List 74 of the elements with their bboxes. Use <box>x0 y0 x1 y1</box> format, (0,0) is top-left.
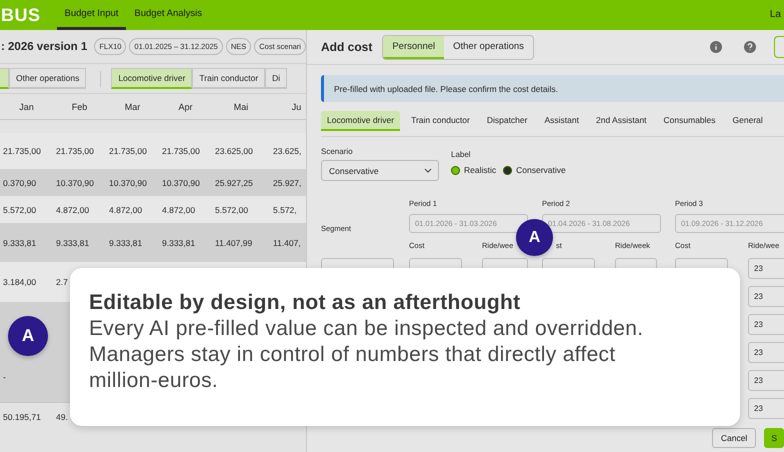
table-cell-text: - <box>2 372 6 382</box>
role-tab[interactable]: Assistant <box>538 111 585 131</box>
info-icon[interactable] <box>710 41 722 53</box>
table-cell-text: 21.735,00 <box>55 146 94 156</box>
total-cell-text: 50.195,71 <box>2 412 41 422</box>
role-tab[interactable]: 2nd Assistant <box>590 111 653 131</box>
nav-tab[interactable]: Budget Analysis <box>126 0 210 30</box>
table-cell-text: 4.872,00 <box>55 204 90 214</box>
total-cell-text: 49. <box>55 412 68 422</box>
type-tab[interactable]: Personnel <box>383 36 444 58</box>
column-header: Apr <box>177 102 194 112</box>
table-cell-text: 11.407,99 <box>214 238 252 248</box>
scenario-select[interactable]: Conservative <box>321 160 439 181</box>
column-header: Mar <box>124 102 142 112</box>
category-tab[interactable]: Other operations <box>9 68 86 89</box>
logo: BUS <box>1 4 41 27</box>
table-cell-text: 21.735,00 <box>2 146 41 156</box>
table-cell-text: 9.333,81 <box>55 238 90 248</box>
callout-text: Every AI pre-filled value can be inspected and overridden. Managers stay in control of numbers that directly affect million-euros. <box>89 316 644 394</box>
option-label: Realistic <box>464 165 496 175</box>
role-tab[interactable]: Consumables <box>658 111 722 131</box>
user-name[interactable]: La <box>770 0 781 30</box>
table-cell-text: 23.625, <box>272 146 302 156</box>
callout-heading: Editable by design, not as an afterthought <box>89 290 522 316</box>
table-cell-text: 0.370,90 <box>2 178 36 188</box>
role-tab[interactable]: Locomotive driver <box>321 111 400 131</box>
table-cell-text: 21.735,00 <box>108 146 147 156</box>
table-cell-text: 9.333,81 <box>2 238 36 248</box>
table-cell-text: 4.872,00 <box>108 204 142 214</box>
column-header: Ju <box>290 102 302 112</box>
table-cell-text: 23.625,00 <box>214 146 253 156</box>
field-label: Scenario <box>321 147 354 156</box>
ride-field[interactable]: 23 <box>748 398 784 419</box>
dialog-title: Add cost <box>321 40 372 54</box>
table-cell-text: 4.872,00 <box>161 204 196 214</box>
table-cell-text: 21.735,00 <box>161 146 200 156</box>
column-header: Feb <box>70 102 88 112</box>
type-tab[interactable]: Other operations <box>444 36 533 58</box>
page-title: : 2026 version 1 <box>1 40 88 52</box>
table-cell-text: 5.572,00 <box>2 204 36 214</box>
ride-field[interactable]: 23 <box>748 342 784 363</box>
table-cell-text: 11.407, <box>272 238 301 248</box>
table-cell-text: 2.7 <box>55 277 68 287</box>
chevron-down-icon <box>424 168 432 173</box>
ride-field[interactable]: 23 <box>748 258 784 279</box>
column-header: Mai <box>232 102 250 112</box>
role-tab[interactable]: Locomotive driver <box>111 68 192 89</box>
table-cell-text: 5.572,00 <box>214 204 248 214</box>
ride-field[interactable]: 23 <box>748 286 784 307</box>
table-cell-text: 3.184,00 <box>2 277 36 287</box>
role-tab[interactable]: Train conductor <box>405 111 476 131</box>
field-label: Label <box>451 150 472 159</box>
status-dot[interactable] <box>451 166 460 174</box>
status-dot[interactable] <box>503 166 512 174</box>
cancel-button[interactable]: Cancel <box>712 428 756 448</box>
table-cell-text: 10.370,90 <box>161 178 200 188</box>
table-cell-text: 25.927,25 <box>214 178 253 188</box>
ride-field[interactable]: 23 <box>748 314 784 335</box>
role-tab[interactable]: Train conductor <box>192 68 266 89</box>
ride-field[interactable]: 23 <box>748 370 784 391</box>
column-header: Jan <box>18 102 35 112</box>
table-cell-text: 9.333,81 <box>161 238 196 248</box>
table-cell-text: 10.370,90 <box>55 178 94 188</box>
help-icon[interactable] <box>744 41 756 53</box>
save-button[interactable]: S <box>764 428 784 448</box>
role-tab[interactable]: Di <box>265 68 288 89</box>
table-cell-text: 9.333,81 <box>108 238 142 248</box>
role-tab[interactable]: General <box>726 111 769 131</box>
info-banner: Pre-filled with uploaded file. Please confirm the cost details. <box>321 75 784 102</box>
role-tab[interactable]: Dispatcher <box>480 111 534 131</box>
table-cell-text: 25.927, <box>272 178 302 188</box>
table-cell-text: 5.572, <box>272 204 297 214</box>
option-label: Conservative <box>516 165 566 175</box>
table-cell-text: 10.370,90 <box>108 178 147 188</box>
